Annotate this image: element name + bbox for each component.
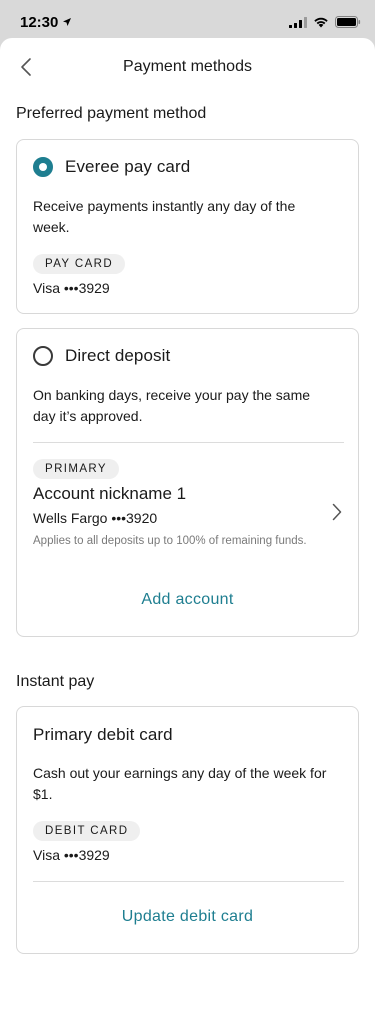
divider bbox=[33, 881, 344, 882]
chevron-right-icon bbox=[332, 503, 342, 521]
direct-deposit-radio-row[interactable]: Direct deposit bbox=[33, 346, 170, 366]
status-right bbox=[289, 16, 361, 28]
direct-deposit-title: Direct deposit bbox=[65, 346, 171, 365]
add-account-button[interactable]: Add account bbox=[17, 591, 358, 609]
wifi-icon bbox=[314, 17, 328, 28]
radio-unselected-icon[interactable] bbox=[33, 346, 53, 366]
chevron-left-icon bbox=[21, 58, 31, 76]
primary-badge: PRIMARY bbox=[33, 459, 119, 479]
account-nickname: Account nickname 1 bbox=[33, 484, 187, 503]
bank-account-number: Wells Fargo •••3920 bbox=[33, 510, 158, 526]
location-arrow-icon bbox=[63, 18, 72, 26]
nav-bar: Payment methods bbox=[0, 38, 375, 96]
everee-description: Receive payments instantly any day of th… bbox=[33, 198, 296, 235]
signal-icon bbox=[289, 16, 307, 28]
battery-icon bbox=[335, 16, 361, 28]
debit-card-number: Visa •••3929 bbox=[33, 847, 110, 863]
page-title: Payment methods bbox=[123, 58, 252, 75]
bank-account-row[interactable]: PRIMARY Account nickname 1 Wells Fargo •… bbox=[17, 459, 358, 569]
payment-methods-sheet: Payment methods Preferred payment method… bbox=[0, 38, 375, 1011]
debit-card-description: Cash out your earnings any day of the we… bbox=[33, 765, 327, 802]
divider bbox=[33, 442, 344, 443]
everee-card-number: Visa •••3929 bbox=[33, 280, 110, 296]
everee-pay-card[interactable]: Everee pay card Receive payments instant… bbox=[16, 139, 359, 314]
pay-card-badge: PAY CARD bbox=[33, 254, 126, 274]
direct-deposit-card[interactable]: Direct deposit On banking days, receive … bbox=[16, 328, 359, 637]
status-time: 12:30 bbox=[20, 13, 59, 31]
primary-debit-card: Primary debit card Cash out your earning… bbox=[16, 706, 359, 954]
update-debit-card-button[interactable]: Update debit card bbox=[17, 908, 358, 926]
back-button[interactable] bbox=[12, 53, 40, 81]
deposit-note: Applies to all deposits up to 100% of re… bbox=[33, 535, 307, 547]
instant-pay-section-title: Instant pay bbox=[16, 673, 95, 690]
everee-title: Everee pay card bbox=[65, 157, 191, 176]
preferred-section-title: Preferred payment method bbox=[16, 105, 207, 122]
direct-deposit-description: On banking days, receive your pay the sa… bbox=[33, 387, 311, 424]
status-left: 12:30 bbox=[20, 14, 72, 31]
debit-card-badge: DEBIT CARD bbox=[33, 821, 141, 841]
radio-selected-icon[interactable] bbox=[33, 157, 53, 177]
debit-card-title: Primary debit card bbox=[33, 725, 173, 744]
everee-radio-row[interactable]: Everee pay card bbox=[33, 157, 190, 177]
